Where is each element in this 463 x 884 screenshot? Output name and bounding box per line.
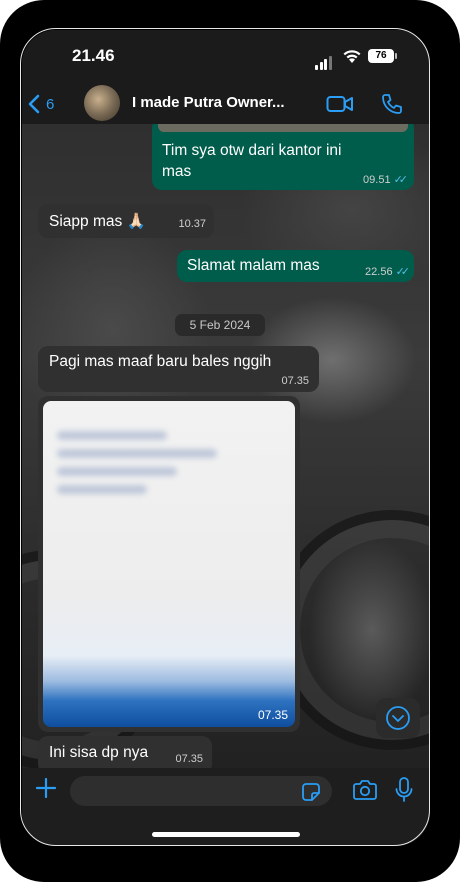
- contact-name[interactable]: I made Putra Owner...: [132, 94, 285, 111]
- back-button[interactable]: 6: [28, 90, 54, 118]
- microphone-icon[interactable]: [394, 776, 414, 804]
- message-meta: 22.56 ✓✓: [365, 262, 411, 280]
- home-indicator[interactable]: [152, 832, 300, 837]
- message-list[interactable]: Tim sya otw dari kantor ini mas 09.51 ✓✓ …: [22, 124, 430, 768]
- camera-icon[interactable]: [352, 779, 378, 801]
- message-meta: 09.51 ✓✓: [363, 170, 409, 188]
- status-bar: 21.46 76: [22, 30, 430, 84]
- message-text: Tim sya otw dari kantor ini mas: [162, 142, 342, 180]
- image-preview[interactable]: [43, 401, 295, 727]
- message-time: 09.51: [363, 174, 391, 186]
- message-bubble-incoming[interactable]: Siapp mas 🙏🏻 10.37: [38, 204, 214, 238]
- plus-icon[interactable]: [34, 776, 58, 800]
- chevron-down-icon: [386, 706, 410, 730]
- double-check-icon: ✓✓: [393, 174, 409, 186]
- message-time: 22.56: [365, 266, 393, 278]
- double-check-icon: ✓✓: [395, 266, 411, 278]
- blurred-text: [57, 485, 147, 494]
- battery-indicator: 76: [368, 49, 397, 63]
- blurred-text: [57, 431, 167, 440]
- message-time: 07.35: [281, 375, 309, 387]
- image-time: 07.35: [257, 708, 288, 722]
- chat-screen: 21.46 76 6 I made Putra Owner... Tim sya…: [22, 30, 430, 846]
- message-time: 10.37: [178, 218, 206, 230]
- blurred-text: [57, 449, 217, 458]
- message-text: Siapp mas 🙏🏻: [49, 213, 146, 230]
- message-bubble-incoming[interactable]: Pagi mas maaf baru bales nggih 07.35: [38, 346, 319, 392]
- chat-header: 6 I made Putra Owner...: [22, 84, 430, 124]
- message-text: Pagi mas maaf baru bales nggih: [49, 353, 272, 370]
- message-bubble-outgoing[interactable]: Tim sya otw dari kantor ini mas 09.51 ✓✓: [152, 124, 414, 190]
- image-message[interactable]: 07.35: [38, 396, 300, 732]
- phone-icon[interactable]: [380, 92, 404, 116]
- back-chevron-icon: [28, 94, 40, 114]
- sticker-icon[interactable]: [300, 781, 322, 803]
- media-preview-cropped: [158, 124, 408, 132]
- status-time: 21.46: [72, 46, 115, 65]
- message-bubble-incoming[interactable]: Ini sisa dp nya 07.35: [38, 736, 212, 768]
- message-time: 07.35: [175, 753, 203, 765]
- message-text: Slamat malam mas: [187, 257, 320, 274]
- message-input[interactable]: [70, 776, 332, 806]
- message-composer: [22, 768, 430, 846]
- wifi-icon: [343, 50, 361, 63]
- message-text: Ini sisa dp nya: [49, 744, 149, 761]
- unread-count: 6: [46, 95, 55, 113]
- blurred-text: [57, 467, 177, 476]
- signal-icon: [315, 52, 333, 70]
- avatar[interactable]: [84, 85, 120, 121]
- scroll-to-bottom-button[interactable]: [376, 698, 420, 738]
- message-bubble-outgoing[interactable]: Slamat malam mas 22.56 ✓✓: [177, 250, 414, 282]
- video-call-icon[interactable]: [326, 94, 354, 114]
- date-divider: 5 Feb 2024: [175, 314, 265, 336]
